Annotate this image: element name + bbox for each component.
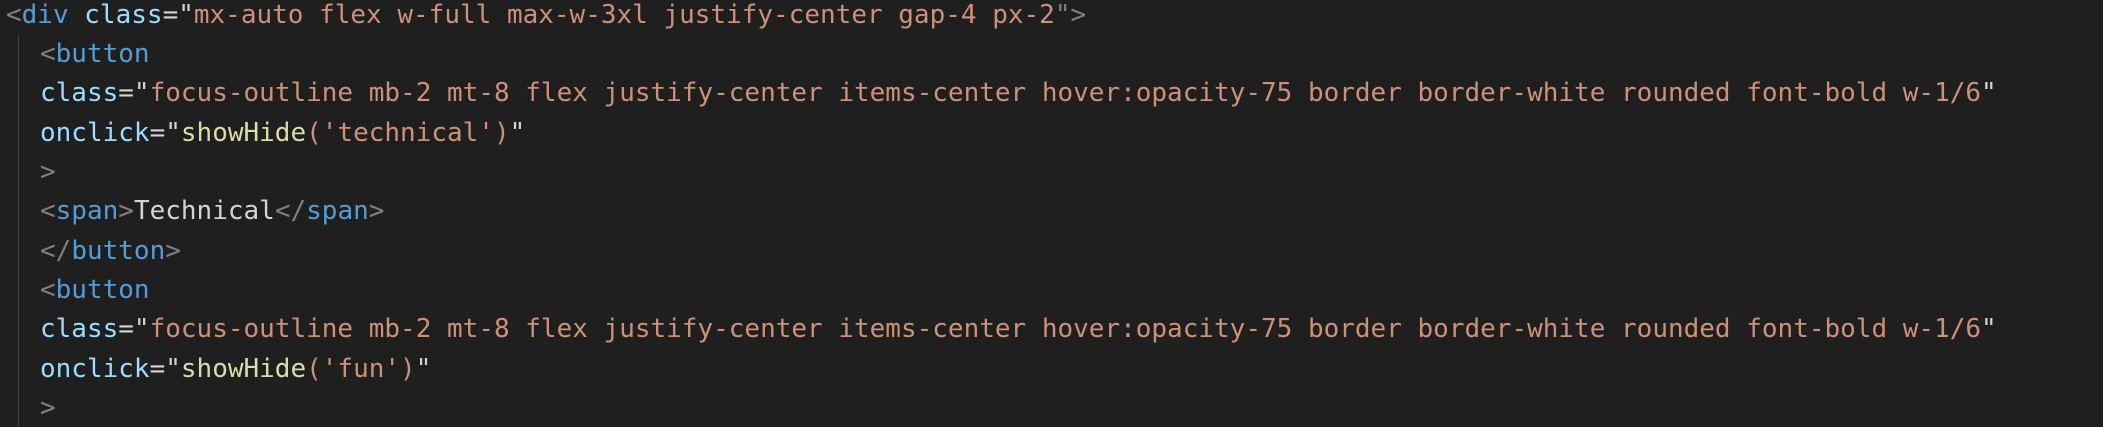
- end-tag-open-bracket: </: [40, 236, 72, 266]
- code-line-2[interactable]: <button: [40, 34, 150, 74]
- tag-name: span: [55, 196, 119, 226]
- tag-close-bracket: ">: [1054, 0, 1087, 30]
- tag-open-bracket: <: [40, 196, 56, 226]
- attribute-quote: ": [1981, 314, 1997, 344]
- code-line-7[interactable]: </button>: [40, 231, 181, 271]
- code-line-3[interactable]: class="focus-outline mb-2 mt-8 flex just…: [40, 73, 1997, 113]
- attribute-equals: =": [149, 118, 181, 148]
- attribute-equals: =": [118, 314, 150, 344]
- tag-open-bracket: <: [40, 275, 56, 305]
- tag-open-bracket: <: [6, 0, 22, 30]
- attribute-quote: ": [415, 354, 432, 384]
- code-line-9[interactable]: class="focus-outline mb-2 mt-8 flex just…: [40, 309, 1997, 349]
- function-name: showHide: [180, 354, 307, 384]
- function-args: ('fun'): [306, 354, 416, 384]
- attribute-equals: =": [149, 354, 181, 384]
- code-editor[interactable]: <div class="mx-auto flex w-full max-w-3x…: [0, 0, 2103, 427]
- attribute-equals: =": [162, 0, 194, 30]
- tag-close-bracket: >: [165, 236, 181, 266]
- code-line-4[interactable]: onclick="showHide('technical')": [40, 113, 525, 153]
- tag-name: button: [71, 236, 166, 266]
- code-line-10[interactable]: onclick="showHide('fun')": [40, 349, 431, 389]
- end-tag-open-bracket: </: [274, 196, 307, 226]
- indent-guide: [18, 34, 19, 427]
- tag-close-bracket: >: [118, 196, 134, 226]
- tag-name: button: [55, 39, 150, 69]
- attribute-name: class: [40, 78, 119, 108]
- tag-name: button: [55, 275, 150, 305]
- attribute-value: mx-auto flex w-full max-w-3xl justify-ce…: [193, 0, 1055, 30]
- code-line-1[interactable]: <div class="mx-auto flex w-full max-w-3x…: [6, 0, 1086, 35]
- attribute-value: focus-outline mb-2 mt-8 flex justify-cen…: [149, 78, 1982, 108]
- attribute-name: class: [40, 314, 119, 344]
- code-line-11[interactable]: >: [40, 388, 56, 427]
- code-line-6[interactable]: <span>Technical</span>: [40, 191, 384, 231]
- tag-close-bracket: >: [40, 157, 56, 187]
- code-line-8[interactable]: <button: [40, 270, 150, 310]
- function-args: ('technical'): [306, 118, 510, 148]
- span-text: Technical: [133, 196, 275, 226]
- attribute-equals: =": [118, 78, 150, 108]
- code-line-5[interactable]: >: [40, 152, 56, 192]
- function-name: showHide: [180, 118, 307, 148]
- attribute-value: focus-outline mb-2 mt-8 flex justify-cen…: [149, 314, 1982, 344]
- attribute-quote: ": [1981, 78, 1997, 108]
- attribute-quote: ": [509, 118, 526, 148]
- tag-open-bracket: <: [40, 39, 56, 69]
- attribute-name: onclick: [40, 354, 150, 384]
- tag-close-bracket: >: [40, 393, 56, 423]
- attribute-name: onclick: [40, 118, 150, 148]
- tag-close-bracket: >: [368, 196, 385, 226]
- tag-name: span: [306, 196, 369, 226]
- tag-name: div: [21, 0, 69, 30]
- attribute-name: class: [84, 0, 163, 30]
